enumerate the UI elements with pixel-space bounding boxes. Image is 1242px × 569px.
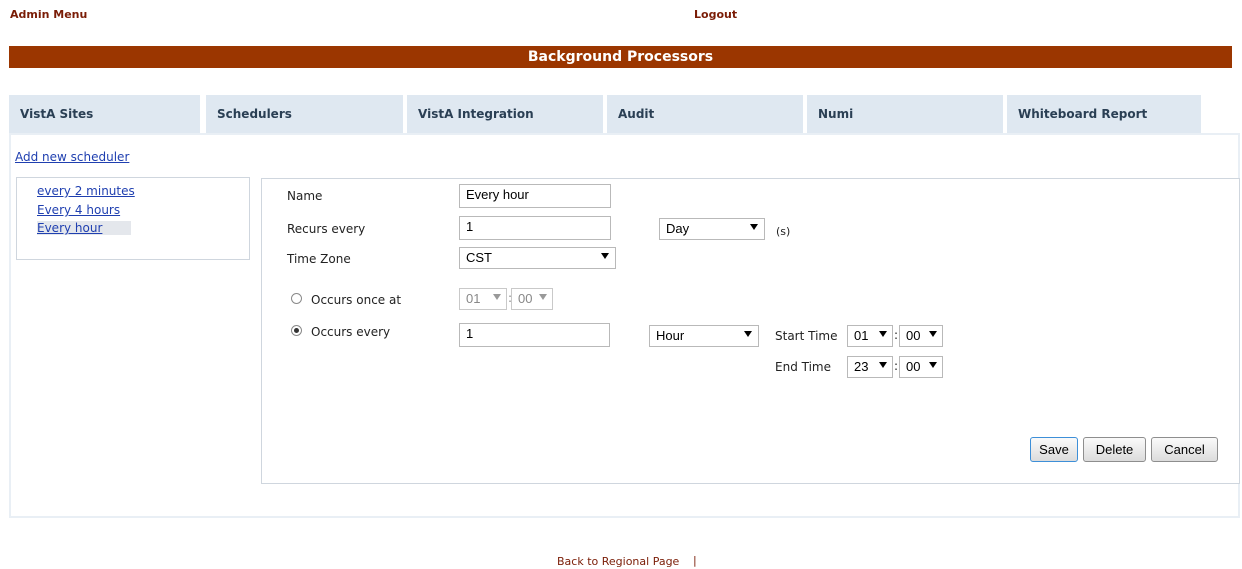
save-button[interactable]: Save bbox=[1030, 437, 1078, 462]
name-input[interactable]: Every hour bbox=[459, 184, 611, 208]
start-time-separator: : bbox=[894, 328, 899, 342]
time-zone-label: Time Zone bbox=[287, 252, 351, 266]
end-time-label: End Time bbox=[775, 360, 831, 374]
tab-whiteboard-report[interactable]: Whiteboard Report bbox=[1007, 95, 1201, 133]
chevron-down-icon bbox=[879, 362, 887, 368]
end-time-separator: : bbox=[894, 359, 899, 373]
chevron-down-icon bbox=[929, 362, 937, 368]
once-minute-value: 00 bbox=[518, 291, 533, 306]
chevron-down-icon bbox=[750, 224, 758, 230]
occurs-every-radio[interactable] bbox=[291, 325, 302, 336]
end-minute-select[interactable]: 00 bbox=[899, 356, 943, 378]
tab-schedulers[interactable]: Schedulers bbox=[206, 95, 403, 133]
occurs-once-label: Occurs once at bbox=[311, 293, 402, 307]
chevron-down-icon bbox=[601, 253, 609, 259]
once-hour-value: 01 bbox=[466, 291, 481, 306]
chevron-down-icon bbox=[744, 331, 752, 337]
once-hour-select[interactable]: 01 bbox=[459, 288, 507, 310]
start-hour-select[interactable]: 01 bbox=[847, 325, 893, 347]
add-new-scheduler-link[interactable]: Add new scheduler bbox=[15, 150, 129, 164]
chevron-down-icon bbox=[493, 294, 501, 300]
back-to-regional-page-link[interactable]: Back to Regional Page bbox=[557, 555, 679, 568]
tab-audit[interactable]: Audit bbox=[607, 95, 803, 133]
page-banner: Background Processors bbox=[9, 46, 1232, 68]
scheduler-item-every-hour[interactable]: Every hour bbox=[37, 221, 131, 235]
start-hour-value: 01 bbox=[854, 328, 869, 343]
start-minute-select[interactable]: 00 bbox=[899, 325, 943, 347]
scheduler-item-every-4-hours[interactable]: Every 4 hours bbox=[37, 203, 127, 217]
recurs-unit-value: Day bbox=[666, 221, 690, 236]
start-minute-value: 00 bbox=[906, 328, 921, 343]
admin-menu-link[interactable]: Admin Menu bbox=[10, 8, 87, 21]
time-zone-select[interactable]: CST bbox=[459, 247, 616, 269]
cancel-button[interactable]: Cancel bbox=[1151, 437, 1218, 462]
occurs-every-input[interactable]: 1 bbox=[459, 323, 610, 347]
scheduler-item-every-2-minutes[interactable]: every 2 minutes bbox=[37, 184, 147, 198]
recurs-unit-select[interactable]: Day bbox=[659, 218, 765, 240]
tab-vista-integration[interactable]: VistA Integration bbox=[407, 95, 603, 133]
end-hour-value: 23 bbox=[854, 359, 869, 374]
start-time-label: Start Time bbox=[775, 329, 838, 343]
time-zone-value: CST bbox=[466, 250, 492, 265]
chevron-down-icon bbox=[539, 294, 547, 300]
chevron-down-icon bbox=[929, 331, 937, 337]
end-minute-value: 00 bbox=[906, 359, 921, 374]
recurs-every-label: Recurs every bbox=[287, 222, 366, 236]
footer-separator: | bbox=[693, 554, 697, 567]
recurs-suffix: (s) bbox=[776, 225, 791, 238]
occurs-every-label: Occurs every bbox=[311, 325, 391, 339]
delete-button[interactable]: Delete bbox=[1083, 437, 1146, 462]
recurs-every-input[interactable]: 1 bbox=[459, 216, 611, 240]
end-hour-select[interactable]: 23 bbox=[847, 356, 893, 378]
chevron-down-icon bbox=[879, 331, 887, 337]
tab-numi[interactable]: Numi bbox=[807, 95, 1003, 133]
occurs-once-radio[interactable] bbox=[291, 293, 302, 304]
occurs-every-unit-select[interactable]: Hour bbox=[649, 325, 759, 347]
name-label: Name bbox=[287, 189, 323, 203]
logout-link[interactable]: Logout bbox=[694, 8, 737, 21]
once-minute-select[interactable]: 00 bbox=[511, 288, 553, 310]
occurs-every-unit-value: Hour bbox=[656, 328, 685, 343]
tab-vista-sites[interactable]: VistA Sites bbox=[9, 95, 200, 133]
